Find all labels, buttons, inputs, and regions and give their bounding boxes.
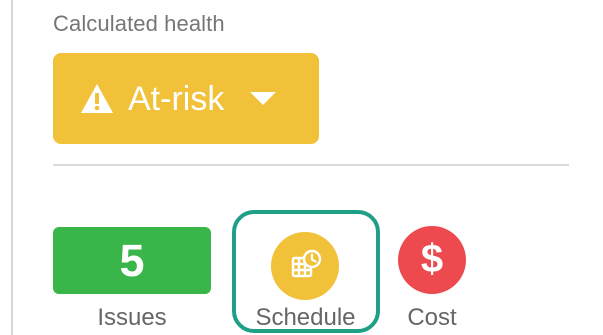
calendar-clock-icon	[288, 249, 322, 283]
health-status-label: At-risk	[128, 79, 225, 118]
cost-button[interactable]: $	[398, 226, 466, 294]
chevron-down-icon	[249, 91, 277, 106]
project-health-panel: Calculated health At-risk 5 Issues Sched…	[0, 0, 603, 335]
dollar-icon: $	[420, 237, 444, 281]
issues-count-badge[interactable]: 5	[53, 227, 211, 294]
warning-icon	[80, 83, 114, 114]
schedule-button[interactable]	[271, 232, 339, 300]
section-divider	[53, 164, 569, 166]
health-status-dropdown[interactable]: At-risk	[53, 53, 319, 144]
calculated-health-label: Calculated health	[53, 11, 225, 36]
schedule-label: Schedule	[255, 304, 356, 331]
issues-label: Issues	[97, 304, 167, 331]
left-divider	[11, 0, 13, 335]
cost-label: Cost	[407, 304, 457, 331]
